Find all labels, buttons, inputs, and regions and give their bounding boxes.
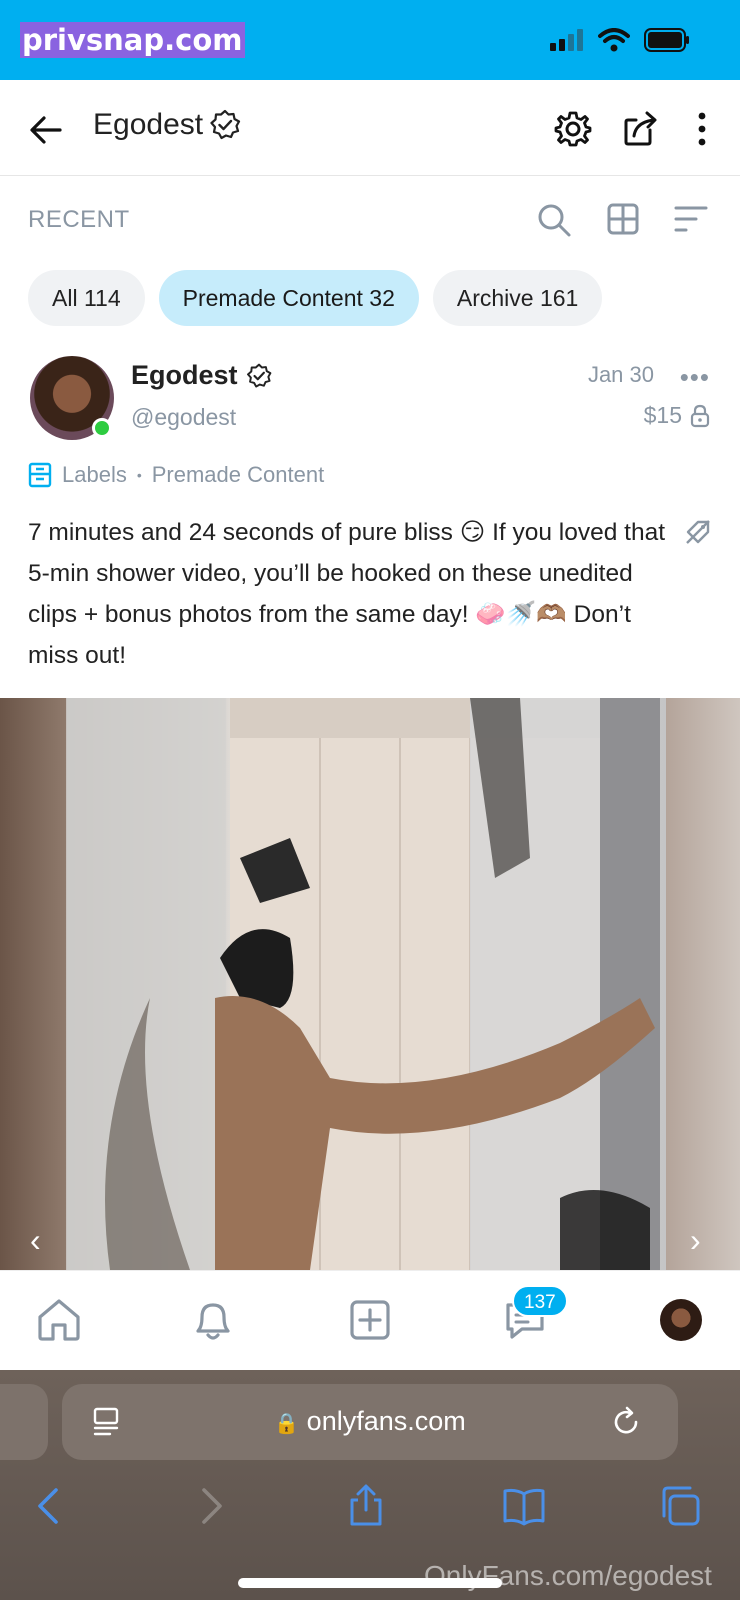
post-labels: Labels • Premade Content — [28, 462, 324, 488]
tag-off-icon[interactable] — [684, 518, 712, 546]
bottom-nav: 137 — [0, 1270, 740, 1370]
browser-share-icon[interactable] — [344, 1484, 388, 1528]
back-arrow-icon[interactable] — [28, 112, 64, 148]
signal-icon — [550, 29, 583, 51]
status-bar: privsnap.com — [0, 0, 740, 80]
url-text[interactable]: onlyfans.com — [307, 1406, 466, 1436]
post-header: Egodest @egodest Jan 30 ••• $15 — [0, 356, 740, 446]
chip-premade-content[interactable]: Premade Content 32 — [158, 270, 419, 326]
post-price: $15 — [644, 402, 710, 429]
profile-header: Egodest — [0, 80, 740, 176]
reload-icon[interactable] — [610, 1406, 642, 1438]
lock-icon — [690, 404, 710, 427]
media-image — [66, 698, 660, 1270]
filter-chips: All 114 Premade Content 32 Archive 161 — [28, 270, 603, 326]
post-more-icon[interactable]: ••• — [680, 362, 710, 393]
post-text: 7 minutes and 24 seconds of pure bliss 😏… — [28, 519, 666, 669]
bell-icon[interactable] — [188, 1295, 238, 1345]
messages-badge: 137 — [512, 1285, 568, 1317]
online-indicator — [92, 418, 112, 438]
browser-forward-icon[interactable] — [188, 1484, 232, 1528]
labels-link[interactable]: Labels — [62, 462, 127, 488]
share-icon[interactable] — [622, 110, 660, 148]
verified-icon — [210, 109, 241, 140]
media-prev-arrow[interactable]: ‹ — [30, 1222, 41, 1259]
bookmarks-icon[interactable] — [502, 1484, 546, 1528]
watermark-top: privsnap.com — [20, 22, 245, 58]
label-value[interactable]: Premade Content — [152, 462, 324, 488]
tabs-icon[interactable] — [658, 1484, 702, 1528]
page-title-text: Egodest — [93, 108, 204, 141]
page-title: Egodest — [93, 108, 241, 142]
chip-archive[interactable]: Archive 161 — [432, 270, 603, 326]
gear-icon[interactable] — [554, 110, 592, 148]
wifi-icon — [598, 28, 630, 52]
post-media[interactable] — [0, 698, 740, 1270]
previous-tab[interactable] — [0, 1384, 48, 1460]
profile-avatar[interactable] — [660, 1299, 702, 1341]
labels-separator: • — [136, 467, 142, 483]
url-field[interactable]: 🔒 onlyfans.com — [62, 1406, 678, 1437]
sort-icon[interactable] — [674, 206, 708, 232]
address-bar[interactable]: 🔒 onlyfans.com — [62, 1384, 678, 1460]
section-label: RECENT — [28, 206, 130, 233]
post-date: Jan 30 — [587, 362, 654, 387]
home-indicator — [238, 1578, 502, 1588]
post-price-value: $15 — [643, 402, 682, 428]
system-icons — [550, 28, 690, 52]
lock-icon: 🔒 — [274, 1413, 300, 1435]
section-header: RECENT — [0, 196, 740, 246]
search-icon[interactable] — [536, 202, 572, 238]
verified-icon — [246, 363, 271, 388]
more-vertical-icon[interactable] — [690, 110, 714, 148]
browser-back-icon[interactable] — [28, 1484, 72, 1528]
add-post-icon[interactable] — [345, 1295, 395, 1345]
post-author[interactable]: Egodest — [131, 360, 272, 391]
label-icon — [28, 462, 52, 488]
grid-view-icon[interactable] — [606, 202, 640, 236]
media-next-arrow[interactable]: › — [690, 1222, 701, 1259]
post-handle[interactable]: @egodest — [131, 404, 236, 431]
chip-all[interactable]: All 114 — [28, 270, 145, 326]
battery-icon — [644, 28, 689, 52]
home-icon[interactable] — [34, 1295, 84, 1345]
post-author-name[interactable]: Egodest — [131, 360, 238, 391]
